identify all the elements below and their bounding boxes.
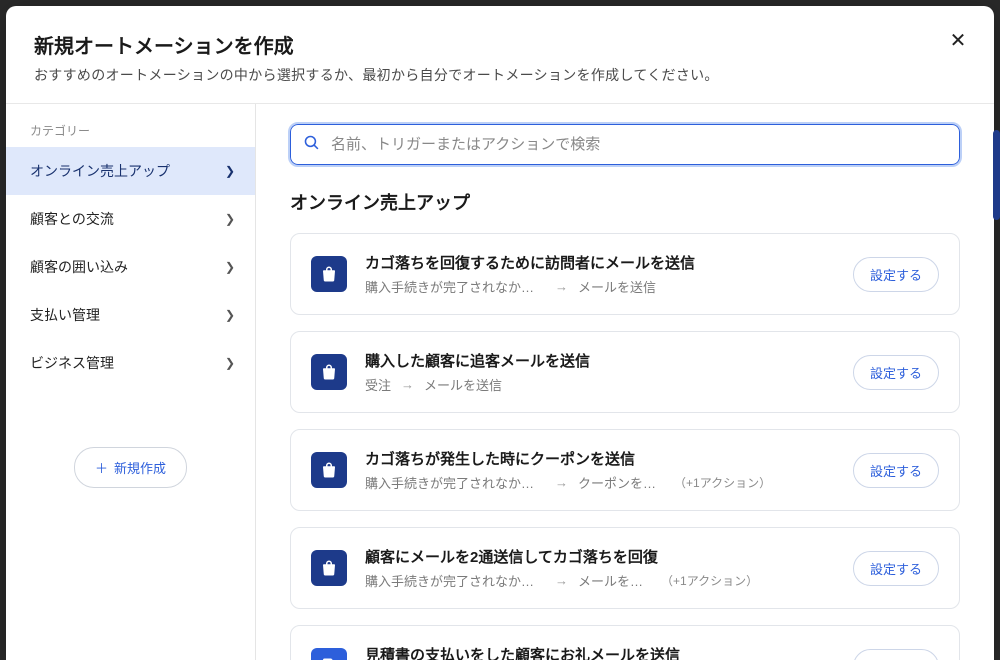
arrow-right-icon: → [555,475,568,490]
card-title: 見積書の支払いをした顧客にお礼メールを送信 [365,644,835,660]
automation-list: カゴ落ちを回復するために訪問者にメールを送信購入手続きが完了されなかった時 → メー… [290,233,960,660]
card-title: カゴ落ちを回復するために訪問者にメールを送信 [365,252,835,273]
scrollbar-thumb[interactable] [993,130,1000,220]
close-button[interactable]: ✕ [946,28,970,52]
automation-card[interactable]: 見積書の支払いをした顧客にお礼メールを送信請求書の支払いが完了した時→メールを送… [290,625,960,660]
sidebar-item-online-sales[interactable]: オンライン売上アップ ❯ [6,147,255,195]
card-flow: 購入手続きが完了されなかっ… → クーポンを… （+1アクション） [365,473,835,492]
card-extra-actions: （+1アクション） [661,572,758,589]
chevron-right-icon: ❯ [225,164,235,178]
setup-button[interactable]: 設定する [853,355,939,390]
card-title: 顧客にメールを2通送信してカゴ落ちを回復 [365,546,835,567]
shopping-bag-icon [311,452,347,488]
setup-button[interactable]: 設定する [853,453,939,488]
search-wrap [290,124,960,165]
card-flow: 受注 → メールを送信 [365,375,835,394]
card-body: 顧客にメールを2通送信してカゴ落ちを回復購入手続きが完了されなかっ… → メールを…… [365,546,835,590]
shopping-bag-icon [311,550,347,586]
setup-button[interactable]: 設定する [853,257,939,292]
category-label: カテゴリー [6,122,255,147]
card-title: 購入した顧客に追客メールを送信 [365,350,835,371]
main-content: オンライン売上アップ カゴ落ちを回復するために訪問者にメールを送信購入手続きが完… [256,104,994,660]
modal-body: カテゴリー オンライン売上アップ ❯ 顧客との交流 ❯ 顧客の囲い込み ❯ 支払… [6,103,994,660]
sidebar-item-business-management[interactable]: ビジネス管理 ❯ [6,339,255,387]
new-button-wrap: ＋ 新規作成 [6,447,255,488]
sidebar-item-label: ビジネス管理 [30,353,114,373]
card-body: カゴ落ちが発生した時にクーポンを送信購入手続きが完了されなかっ… → クーポンを… （… [365,448,835,492]
card-body: 購入した顧客に追客メールを送信受注 → メールを送信 [365,350,835,394]
section-title: オンライン売上アップ [290,189,960,215]
sidebar-item-label: オンライン売上アップ [30,161,170,181]
card-action: メールを… [578,571,643,590]
chevron-right-icon: ❯ [225,260,235,274]
modal-header: 新規オートメーションを作成 おすすめのオートメーションの中から選択するか、最初か… [6,6,994,103]
chevron-right-icon: ❯ [225,356,235,370]
search-input[interactable] [290,124,960,165]
setup-button[interactable]: 設定する [853,649,939,660]
arrow-right-icon: → [401,377,414,392]
card-body: 見積書の支払いをした顧客にお礼メールを送信請求書の支払いが完了した時→メールを送… [365,644,835,660]
shopping-bag-icon [311,354,347,390]
sidebar-item-label: 顧客の囲い込み [30,257,128,277]
card-flow: 購入手続きが完了されなかっ… → メールを… （+1アクション） [365,571,835,590]
search-icon [303,134,320,156]
modal-subtitle: おすすめのオートメーションの中から選択するか、最初から自分でオートメーションを作… [34,65,966,85]
sidebar-item-label: 支払い管理 [30,305,100,325]
automation-card[interactable]: カゴ落ちが発生した時にクーポンを送信購入手続きが完了されなかっ… → クーポンを… （… [290,429,960,511]
plus-icon: ＋ [95,458,108,477]
automation-card[interactable]: 顧客にメールを2通送信してカゴ落ちを回復購入手続きが完了されなかっ… → メールを…… [290,527,960,609]
card-trigger: 購入手続きが完了されなかっ… [365,473,545,492]
automation-card[interactable]: 購入した顧客に追客メールを送信受注 → メールを送信 設定する [290,331,960,413]
card-trigger: 購入手続きが完了されなかった時 [365,277,545,296]
arrow-right-icon: → [555,573,568,588]
sidebar-item-payment-management[interactable]: 支払い管理 ❯ [6,291,255,339]
sidebar-item-customer-retention[interactable]: 顧客の囲い込み ❯ [6,243,255,291]
arrow-right-icon: → [555,279,568,294]
card-flow: 購入手続きが完了されなかった時 → メールを送信 [365,277,835,296]
modal-title: 新規オートメーションを作成 [34,30,966,59]
card-extra-actions: （+1アクション） [674,474,771,491]
card-body: カゴ落ちを回復するために訪問者にメールを送信購入手続きが完了されなかった時 → メー… [365,252,835,296]
automation-card[interactable]: カゴ落ちを回復するために訪問者にメールを送信購入手続きが完了されなかった時 → メー… [290,233,960,315]
new-automation-button[interactable]: ＋ 新規作成 [74,447,187,488]
card-action: クーポンを… [578,473,656,492]
sidebar-item-customer-engagement[interactable]: 顧客との交流 ❯ [6,195,255,243]
setup-button[interactable]: 設定する [853,551,939,586]
category-sidebar: カテゴリー オンライン売上アップ ❯ 顧客との交流 ❯ 顧客の囲い込み ❯ 支払… [6,104,256,660]
card-trigger: 受注 [365,375,391,394]
card-action: メールを送信 [424,375,502,394]
card-title: カゴ落ちが発生した時にクーポンを送信 [365,448,835,469]
chevron-right-icon: ❯ [225,308,235,322]
sidebar-item-label: 顧客との交流 [30,209,114,229]
chevron-right-icon: ❯ [225,212,235,226]
shopping-bag-icon [311,256,347,292]
new-button-label: 新規作成 [114,458,166,477]
create-automation-modal: 新規オートメーションを作成 おすすめのオートメーションの中から選択するか、最初か… [6,6,994,660]
card-action: メールを送信 [578,277,656,296]
card-trigger: 購入手続きが完了されなかっ… [365,571,545,590]
invoice-icon [311,648,347,660]
close-icon: ✕ [950,28,967,53]
